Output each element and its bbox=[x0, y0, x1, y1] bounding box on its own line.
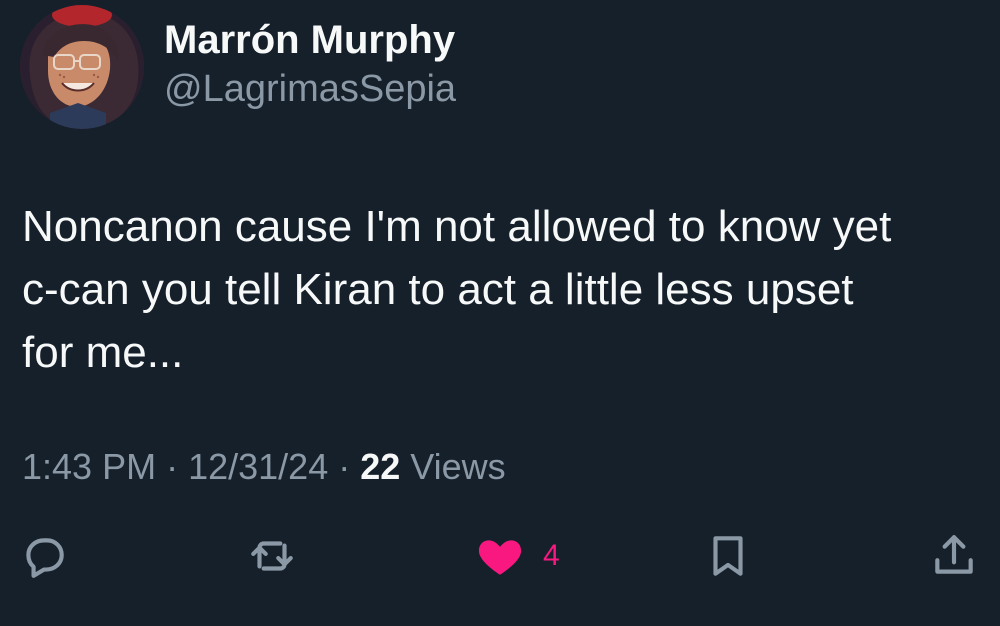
meta-separator: · bbox=[166, 446, 179, 487]
heart-filled-icon bbox=[478, 540, 522, 575]
tweet-time[interactable]: 1:43 PM bbox=[22, 443, 156, 491]
action-bar: 4 bbox=[0, 528, 1000, 584]
bookmark-button[interactable] bbox=[703, 528, 753, 584]
bookmark-icon bbox=[713, 536, 743, 576]
user-info: Marrón Murphy @LagrimasSepia bbox=[164, 15, 456, 113]
tweet-header: Marrón Murphy @LagrimasSepia bbox=[20, 5, 456, 129]
tweet-text: Noncanon cause I'm not allowed to know y… bbox=[22, 202, 892, 377]
repost-icon bbox=[251, 541, 293, 571]
reply-icon bbox=[26, 538, 64, 578]
like-button[interactable]: 4 bbox=[475, 528, 560, 584]
views-label: Views bbox=[410, 446, 506, 487]
tweet-meta: 1:43 PM · 12/31/24 · 22 Views bbox=[22, 443, 506, 491]
display-name[interactable]: Marrón Murphy bbox=[164, 15, 456, 65]
repost-button[interactable] bbox=[247, 528, 297, 584]
avatar-image bbox=[20, 5, 144, 129]
share-button[interactable] bbox=[929, 528, 979, 584]
avatar[interactable] bbox=[20, 5, 144, 129]
tweet-date[interactable]: 12/31/24 bbox=[188, 443, 328, 491]
like-count: 4 bbox=[543, 539, 560, 572]
meta-separator: · bbox=[338, 446, 351, 487]
tweet: Marrón Murphy @LagrimasSepia Noncanon ca… bbox=[0, 0, 1000, 626]
views-count: 22 bbox=[360, 446, 401, 487]
share-icon bbox=[935, 535, 973, 574]
user-handle[interactable]: @LagrimasSepia bbox=[164, 65, 456, 113]
reply-button[interactable] bbox=[19, 528, 69, 584]
